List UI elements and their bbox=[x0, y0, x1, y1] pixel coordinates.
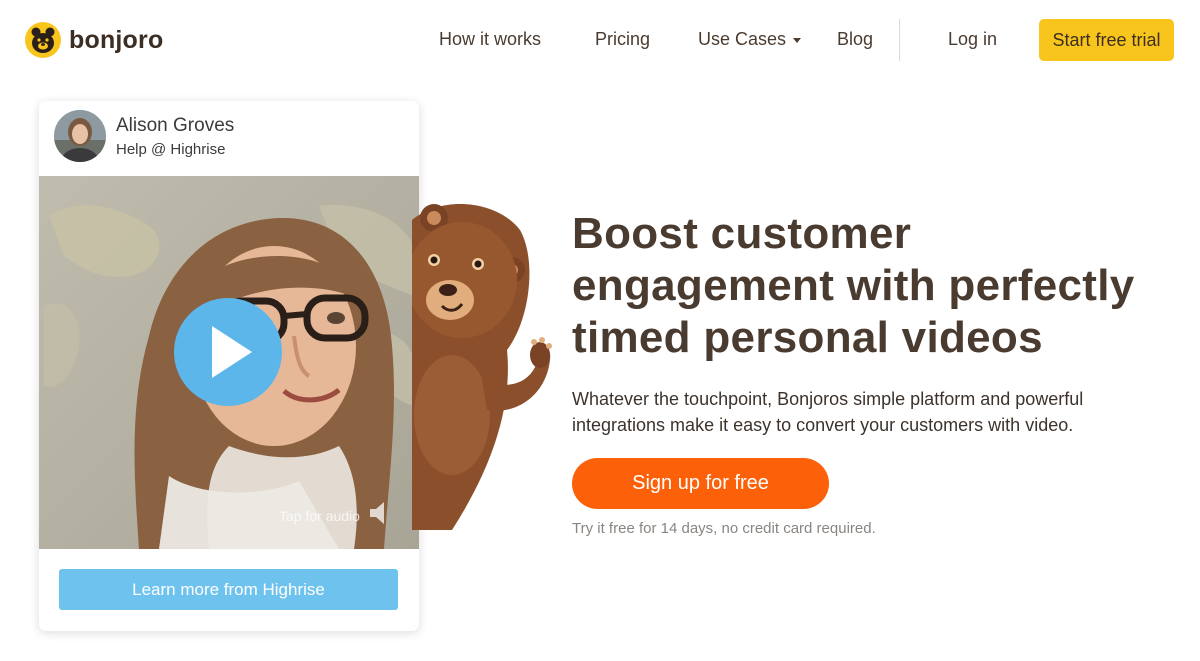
nav-use-cases-label: Use Cases bbox=[698, 29, 787, 49]
video-card-header: Alison Groves Help @ Highrise bbox=[39, 101, 419, 176]
chevron-down-icon bbox=[793, 38, 802, 43]
play-button[interactable] bbox=[174, 298, 282, 406]
video-card: Alison Groves Help @ Highrise Tap for au… bbox=[39, 101, 419, 631]
speaker-icon bbox=[368, 500, 390, 531]
sign-up-button[interactable]: Sign up for free bbox=[572, 458, 829, 509]
tap-for-audio-label: Tap for audio bbox=[279, 507, 360, 524]
hero-subheadline: Whatever the touchpoint, Bonjoros simple… bbox=[572, 389, 1084, 435]
nav-use-cases[interactable]: Use Cases bbox=[698, 29, 802, 50]
avatar bbox=[54, 110, 106, 162]
trial-fineprint: Try it free for 14 days, no credit card … bbox=[572, 520, 876, 537]
start-free-trial-button[interactable]: Start free trial bbox=[1039, 19, 1174, 61]
presenter-name: Alison Groves bbox=[116, 115, 235, 136]
tap-for-audio[interactable]: Tap for audio bbox=[279, 500, 390, 531]
login-link[interactable]: Log in bbox=[948, 29, 997, 50]
brand-logo[interactable]: bonjoro bbox=[25, 22, 163, 58]
nav-how-it-works[interactable]: How it works bbox=[439, 29, 541, 50]
bear-logo-icon bbox=[25, 22, 61, 58]
nav-pricing[interactable]: Pricing bbox=[595, 29, 650, 50]
nav-blog[interactable]: Blog bbox=[837, 29, 873, 50]
video-player[interactable]: Tap for audio bbox=[39, 176, 419, 549]
brand-name: bonjoro bbox=[69, 25, 164, 54]
nav-divider bbox=[899, 19, 900, 61]
presenter-role: Help @ Highrise bbox=[116, 141, 226, 158]
bear-mascot-illustration bbox=[407, 200, 557, 535]
hero-headline: Boost customer engagement with perfectly… bbox=[572, 209, 1135, 362]
top-nav: bonjoro How it works Pricing Use Cases B… bbox=[0, 0, 1200, 82]
learn-more-button[interactable]: Learn more from Highrise bbox=[59, 569, 398, 610]
